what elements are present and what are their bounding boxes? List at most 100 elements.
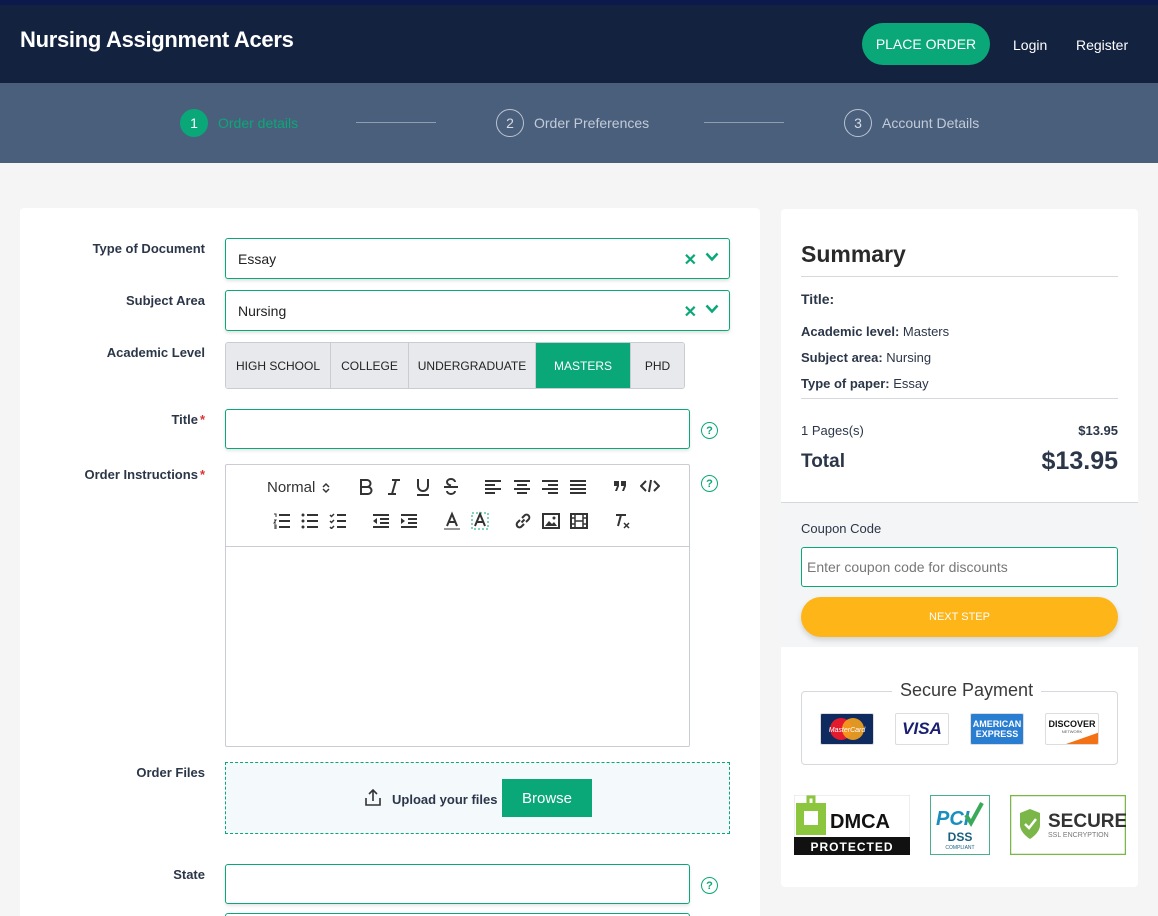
svg-text:PCI: PCI — [936, 808, 970, 830]
total-label: Total — [801, 451, 845, 472]
state-label: State — [173, 867, 205, 882]
step-label: Order Preferences — [534, 115, 650, 131]
step-order-preferences[interactable]: 2 Order Preferences — [496, 109, 649, 137]
clear-icon[interactable]: ✕ — [684, 250, 697, 270]
dmca-protected-badge[interactable]: DMCA PROTECTED — [793, 794, 911, 856]
svg-text:PROTECTED: PROTECTED — [810, 840, 893, 854]
svg-text:SECURE: SECURE — [1048, 811, 1126, 832]
level-undergraduate[interactable]: UNDERGRADUATE — [409, 343, 536, 388]
step-number: 1 — [180, 109, 208, 137]
coupon-input[interactable] — [801, 547, 1118, 587]
register-link[interactable]: Register — [1076, 37, 1128, 53]
clear-format-icon[interactable] — [613, 512, 631, 530]
code-block-icon[interactable] — [640, 478, 660, 494]
step-number: 3 — [844, 109, 872, 137]
level-masters[interactable]: MASTERS — [536, 343, 631, 388]
upload-icon — [365, 788, 381, 806]
underline-icon[interactable] — [414, 477, 432, 497]
amex-logo: AMERICAN EXPRESS — [970, 713, 1024, 745]
order-instructions-label: Order Instructions * — [84, 467, 205, 482]
title-label: Title * — [171, 412, 205, 427]
editor-content[interactable] — [226, 547, 689, 746]
level-college[interactable]: COLLEGE — [331, 343, 409, 388]
highlight-color-icon[interactable] — [471, 511, 489, 531]
outdent-icon[interactable] — [372, 513, 390, 529]
ordered-list-icon[interactable] — [273, 513, 291, 529]
step-label: Account Details — [882, 115, 980, 131]
blockquote-icon[interactable] — [612, 478, 628, 494]
academic-level-label: Academic Level — [106, 345, 205, 360]
mastercard-logo: MasterCard — [820, 713, 874, 745]
help-icon[interactable]: ? — [701, 475, 718, 492]
align-right-icon[interactable] — [541, 479, 559, 495]
video-icon[interactable] — [570, 512, 588, 530]
total-price: $13.95 — [1041, 447, 1118, 475]
step-order-details[interactable]: 1 Order details — [180, 109, 298, 137]
help-icon[interactable]: ? — [701, 877, 718, 894]
next-step-button[interactable]: NEXT STEP — [801, 597, 1118, 637]
subject-area-label: Subject Area — [126, 293, 205, 308]
brand-logo[interactable]: Nursing Assignment Acers — [20, 27, 294, 53]
title-input[interactable] — [225, 409, 690, 449]
link-icon[interactable] — [514, 512, 532, 530]
summary-academic-level: Academic level: Masters — [801, 324, 950, 339]
summary-subject-area: Subject area: Nursing — [801, 350, 932, 365]
svg-text:DSS: DSS — [948, 830, 973, 844]
select-value: Nursing — [238, 302, 287, 319]
pages-count: 1 Pages(s) — [801, 423, 864, 438]
step-account-details[interactable]: 3 Account Details — [844, 109, 979, 137]
login-link[interactable]: Login — [1013, 37, 1047, 53]
ssl-secure-badge[interactable]: SECURE SSL ENCRYPTION — [1009, 794, 1127, 856]
svg-text:SSL ENCRYPTION: SSL ENCRYPTION — [1048, 832, 1109, 839]
academic-level-selector: HIGH SCHOOL COLLEGE UNDERGRADUATE MASTER… — [225, 342, 685, 389]
help-icon[interactable]: ? — [701, 422, 718, 439]
step-number: 2 — [496, 109, 524, 137]
subject-area-select[interactable]: Nursing ✕ — [225, 290, 730, 331]
align-center-icon[interactable] — [513, 479, 531, 495]
editor-toolbar: Normal — [226, 465, 689, 547]
bold-icon[interactable] — [357, 477, 375, 497]
upload-label: Upload your files — [392, 792, 498, 807]
pci-dss-badge[interactable]: PCI DSS COMPLIANT — [930, 795, 990, 855]
align-justify-icon[interactable] — [569, 479, 587, 495]
browse-button[interactable]: Browse — [502, 779, 592, 817]
svg-text:MasterCard: MasterCard — [829, 727, 867, 734]
summary-title: Title: — [801, 291, 835, 307]
checklist-icon[interactable] — [329, 513, 347, 529]
state-input[interactable] — [225, 864, 690, 904]
order-summary: Summary Title: Academic level: Masters S… — [781, 209, 1138, 887]
rich-text-editor: Normal — [225, 464, 690, 747]
select-value: Essay — [238, 250, 277, 267]
coupon-section: Coupon Code NEXT STEP — [781, 502, 1138, 647]
divider — [801, 398, 1118, 399]
file-upload-zone[interactable]: Upload your files Browse — [225, 762, 730, 834]
level-high-school[interactable]: HIGH SCHOOL — [226, 343, 331, 388]
order-form: Type of Document Essay ✕ Subject Area Nu… — [20, 208, 760, 916]
pages-price: $13.95 — [1078, 423, 1118, 438]
chevron-down-icon[interactable] — [705, 252, 719, 262]
bullet-list-icon[interactable] — [301, 513, 319, 529]
site-header: Nursing Assignment Acers PLACE ORDER Log… — [0, 5, 1158, 83]
strikethrough-icon[interactable] — [442, 477, 460, 497]
coupon-label: Coupon Code — [801, 521, 882, 536]
place-order-button[interactable]: PLACE ORDER — [862, 23, 990, 65]
text-color-icon[interactable] — [443, 511, 461, 531]
visa-logo: VISA — [895, 713, 949, 745]
clear-icon[interactable]: ✕ — [684, 302, 697, 322]
level-phd[interactable]: PHD — [631, 343, 684, 388]
svg-text:DMCA: DMCA — [830, 811, 890, 833]
image-icon[interactable] — [542, 512, 560, 530]
type-of-document-label: Type of Document — [92, 241, 205, 256]
type-of-document-select[interactable]: Essay ✕ — [225, 238, 730, 279]
summary-heading: Summary — [801, 241, 906, 267]
summary-type-of-paper: Type of paper: Essay — [801, 376, 929, 391]
italic-icon[interactable] — [386, 477, 402, 497]
chevron-down-icon[interactable] — [705, 304, 719, 314]
secure-payment-title: Secure Payment — [892, 680, 1042, 701]
format-select[interactable]: Normal — [267, 479, 331, 496]
indent-icon[interactable] — [400, 513, 418, 529]
step-connector — [356, 122, 436, 123]
sort-icon — [322, 482, 330, 493]
step-label: Order details — [218, 115, 299, 131]
align-left-icon[interactable] — [484, 479, 502, 495]
